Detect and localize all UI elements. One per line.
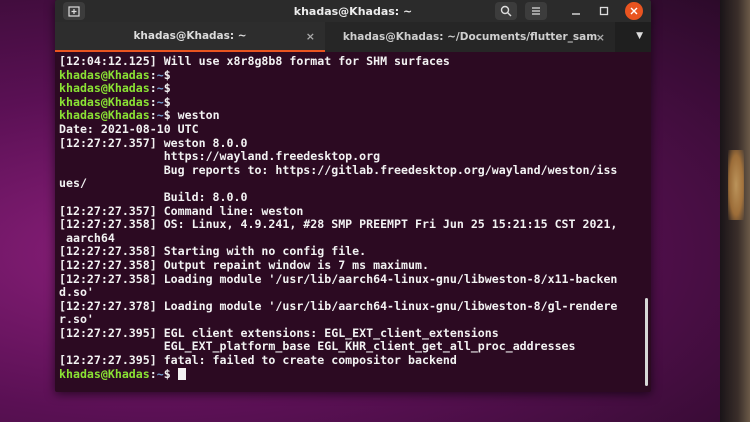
prompt-separator: :	[149, 94, 157, 109]
terminal-prompt-line: khadas@Khadas:~$	[59, 366, 647, 382]
text-cursor	[177, 367, 186, 380]
terminal-line: EGL_EXT_platform_base EGL_KHR_client_get…	[59, 339, 576, 354]
prompt-command	[171, 367, 178, 381]
terminal-line: https://wayland.freedesktop.org	[59, 149, 381, 164]
terminal-line: [12:27:27.357] Command line: weston	[59, 203, 304, 218]
terminal-line: Bug reports to: https://gitlab.freedeskt…	[59, 162, 618, 177]
terminal-prompt-line: khadas@Khadas:~$	[59, 94, 647, 110]
terminal-line: [12:27:27.358] OS: Linux, 4.9.241, #28 S…	[59, 217, 618, 232]
prompt-user: khadas@Khadas	[59, 81, 150, 96]
tab-close-icon[interactable]: ×	[596, 31, 605, 44]
prompt-symbol: $	[163, 108, 171, 123]
terminal-window: khadas@Khadas: ~ khadas@Khadas: ~ × khad…	[55, 0, 651, 392]
tab-label: khadas@Khadas: ~/Documents/flutter_sam	[342, 31, 598, 43]
prompt-separator: :	[149, 366, 157, 381]
terminal-prompt-line: khadas@Khadas:~$	[59, 81, 647, 96]
terminal-line: [12:27:27.395] fatal: failed to create c…	[59, 353, 457, 368]
background-lamp-glow	[728, 150, 744, 220]
title-bar[interactable]: khadas@Khadas: ~	[55, 0, 651, 22]
close-icon[interactable]	[625, 2, 643, 20]
prompt-separator: :	[149, 108, 157, 123]
terminal-line: aarch64	[59, 230, 115, 245]
terminal-line: r.so'	[59, 312, 94, 327]
window-title: khadas@Khadas: ~	[293, 4, 413, 18]
tab-bar: khadas@Khadas: ~ × khadas@Khadas: ~/Docu…	[55, 22, 651, 52]
tab-flutter-samples[interactable]: khadas@Khadas: ~/Documents/flutter_sam ×	[325, 22, 615, 52]
terminal-prompt-line: khadas@Khadas:~$ weston	[59, 109, 647, 123]
terminal-line: Build: 8.0.0	[59, 189, 248, 204]
terminal-line: [12:27:27.395] EGL client extensions: EG…	[59, 325, 499, 340]
terminal-line: [12:27:27.378] Loading module '/usr/lib/…	[59, 298, 618, 313]
prompt-command: weston	[170, 108, 220, 123]
prompt-path: ~	[156, 108, 164, 123]
prompt-symbol: $	[163, 94, 171, 109]
prompt-user: khadas@Khadas	[59, 67, 150, 82]
terminal-line: ues/	[59, 176, 87, 191]
tab-close-icon[interactable]: ×	[306, 30, 315, 43]
terminal-output[interactable]: [12:04:12.125] Will use x8r8g8b8 format …	[55, 52, 651, 381]
maximize-icon[interactable]	[595, 2, 613, 20]
scrollbar[interactable]	[645, 298, 648, 386]
terminal-line: [12:27:27.358] Loading module '/usr/lib/…	[59, 271, 618, 286]
terminal-line: [12:27:27.358] Output repaint window is …	[59, 257, 429, 272]
prompt-user: khadas@Khadas	[59, 366, 150, 381]
prompt-symbol: $	[163, 67, 171, 82]
chevron-down-icon[interactable]: ▼	[636, 31, 643, 41]
prompt-path: ~	[156, 81, 164, 96]
terminal-line: Date: 2021-08-10 UTC	[59, 121, 199, 136]
search-icon[interactable]	[495, 2, 517, 20]
prompt-separator: :	[149, 67, 157, 82]
prompt-path: ~	[156, 67, 164, 82]
terminal-prompt-line: khadas@Khadas:~$	[59, 67, 647, 83]
terminal-line: [12:04:12.125] Will use x8r8g8b8 format …	[59, 54, 450, 68]
prompt-user: khadas@Khadas	[59, 94, 150, 109]
prompt-path: ~	[156, 94, 164, 109]
terminal-line: d.so'	[59, 285, 94, 300]
terminal-line: [12:27:27.358] Starting with no config f…	[59, 244, 367, 259]
new-tab-icon[interactable]	[63, 2, 85, 20]
prompt-path: ~	[156, 366, 164, 381]
prompt-symbol: $	[163, 81, 171, 96]
tab-label: khadas@Khadas: ~	[133, 30, 247, 42]
tab-home[interactable]: khadas@Khadas: ~ ×	[55, 22, 325, 52]
prompt-user: khadas@Khadas	[59, 108, 150, 123]
terminal-line: [12:27:27.357] weston 8.0.0	[59, 135, 248, 150]
minimize-icon[interactable]	[567, 2, 585, 20]
prompt-symbol: $	[163, 366, 171, 381]
hamburger-menu-icon[interactable]	[525, 2, 547, 20]
prompt-separator: :	[149, 81, 157, 96]
